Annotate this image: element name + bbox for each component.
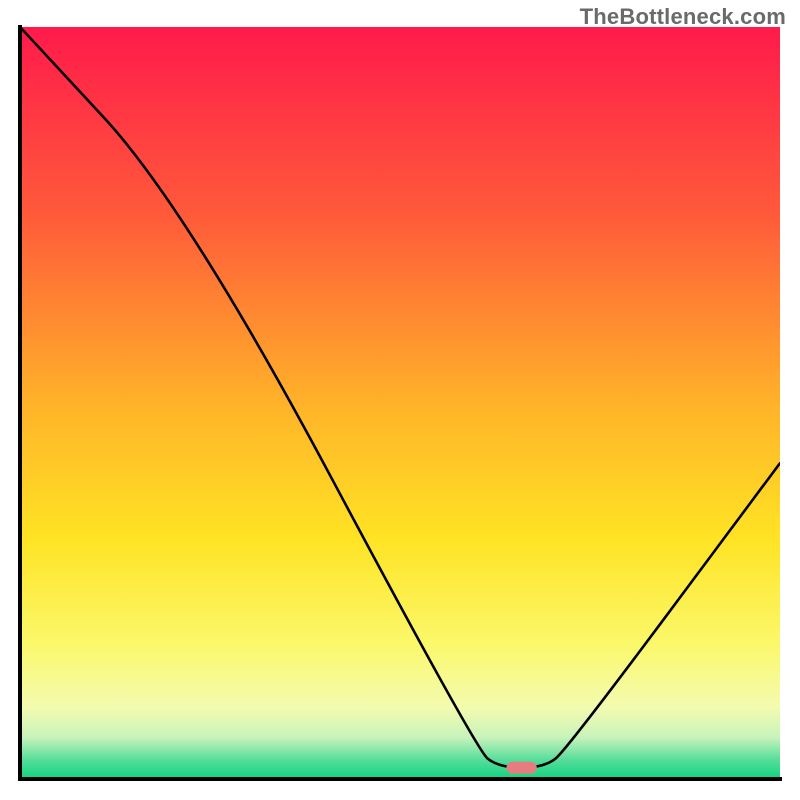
chart-container: TheBottleneck.com xyxy=(0,0,800,800)
bottleneck-chart xyxy=(0,0,800,800)
optimal-marker xyxy=(506,762,536,774)
chart-background xyxy=(20,27,780,779)
